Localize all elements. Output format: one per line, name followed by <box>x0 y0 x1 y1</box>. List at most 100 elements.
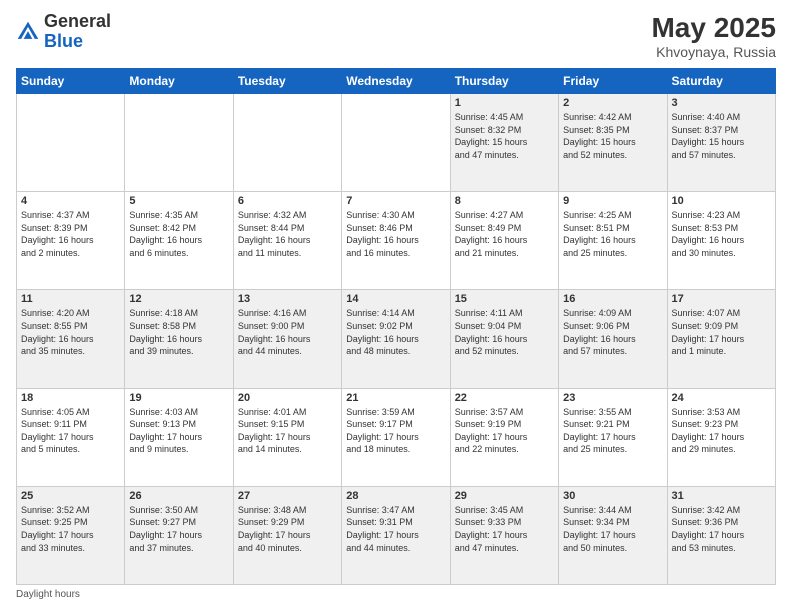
table-row: 5 Sunrise: 4:35 AM Sunset: 8:42 PM Daylig… <box>125 192 233 290</box>
table-row <box>17 94 125 192</box>
day-info: Sunrise: 4:37 AM Sunset: 8:39 PM Dayligh… <box>21 209 120 259</box>
day-number: 31 <box>672 490 771 502</box>
day-info: Sunrise: 4:42 AM Sunset: 8:35 PM Dayligh… <box>563 111 662 161</box>
day-number: 7 <box>346 195 445 207</box>
col-friday: Friday <box>559 69 667 94</box>
day-number: 23 <box>563 392 662 404</box>
day-number: 25 <box>21 490 120 502</box>
col-saturday: Saturday <box>667 69 775 94</box>
calendar-week-row: 11 Sunrise: 4:20 AM Sunset: 8:55 PM Dayli… <box>17 290 776 388</box>
day-info: Sunrise: 4:20 AM Sunset: 8:55 PM Dayligh… <box>21 307 120 357</box>
day-info: Sunrise: 4:05 AM Sunset: 9:11 PM Dayligh… <box>21 406 120 456</box>
table-row: 29 Sunrise: 3:45 AM Sunset: 9:33 PM Dayli… <box>450 486 558 584</box>
table-row: 23 Sunrise: 3:55 AM Sunset: 9:21 PM Dayli… <box>559 388 667 486</box>
day-number: 10 <box>672 195 771 207</box>
day-info: Sunrise: 3:59 AM Sunset: 9:17 PM Dayligh… <box>346 406 445 456</box>
col-sunday: Sunday <box>17 69 125 94</box>
day-info: Sunrise: 3:44 AM Sunset: 9:34 PM Dayligh… <box>563 504 662 554</box>
day-number: 11 <box>21 293 120 305</box>
table-row: 31Sunrise: 3:42 AM Sunset: 9:36 PM Dayli… <box>667 486 775 584</box>
calendar-table: Sunday Monday Tuesday Wednesday Thursday… <box>16 68 776 585</box>
table-row: 11 Sunrise: 4:20 AM Sunset: 8:55 PM Dayli… <box>17 290 125 388</box>
table-row: 16 Sunrise: 4:09 AM Sunset: 9:06 PM Dayli… <box>559 290 667 388</box>
day-number: 29 <box>455 490 554 502</box>
table-row: 2 Sunrise: 4:42 AM Sunset: 8:35 PM Daylig… <box>559 94 667 192</box>
title-block: May 2025 Khvoynaya, Russia <box>651 12 776 60</box>
table-row: 19 Sunrise: 4:03 AM Sunset: 9:13 PM Dayli… <box>125 388 233 486</box>
logo-blue-text: Blue <box>44 31 83 51</box>
day-info: Sunrise: 4:09 AM Sunset: 9:06 PM Dayligh… <box>563 307 662 357</box>
calendar-week-row: 1 Sunrise: 4:45 AM Sunset: 8:32 PM Daylig… <box>17 94 776 192</box>
day-number: 6 <box>238 195 337 207</box>
day-info: Sunrise: 4:30 AM Sunset: 8:46 PM Dayligh… <box>346 209 445 259</box>
day-number: 28 <box>346 490 445 502</box>
day-number: 2 <box>563 97 662 109</box>
day-number: 21 <box>346 392 445 404</box>
day-number: 12 <box>129 293 228 305</box>
day-number: 15 <box>455 293 554 305</box>
col-tuesday: Tuesday <box>233 69 341 94</box>
table-row: 1 Sunrise: 4:45 AM Sunset: 8:32 PM Daylig… <box>450 94 558 192</box>
day-info: Sunrise: 3:50 AM Sunset: 9:27 PM Dayligh… <box>129 504 228 554</box>
day-number: 17 <box>672 293 771 305</box>
table-row: 10 Sunrise: 4:23 AM Sunset: 8:53 PM Dayli… <box>667 192 775 290</box>
day-info: Sunrise: 4:27 AM Sunset: 8:49 PM Dayligh… <box>455 209 554 259</box>
table-row <box>233 94 341 192</box>
col-wednesday: Wednesday <box>342 69 450 94</box>
day-info: Sunrise: 4:16 AM Sunset: 9:00 PM Dayligh… <box>238 307 337 357</box>
day-number: 1 <box>455 97 554 109</box>
day-number: 13 <box>238 293 337 305</box>
table-row: 9 Sunrise: 4:25 AM Sunset: 8:51 PM Daylig… <box>559 192 667 290</box>
logo-general-text: General <box>44 11 111 31</box>
table-row: 12 Sunrise: 4:18 AM Sunset: 8:58 PM Dayli… <box>125 290 233 388</box>
day-info: Sunrise: 4:35 AM Sunset: 8:42 PM Dayligh… <box>129 209 228 259</box>
day-number: 27 <box>238 490 337 502</box>
day-info: Sunrise: 4:07 AM Sunset: 9:09 PM Dayligh… <box>672 307 771 357</box>
day-info: Sunrise: 4:45 AM Sunset: 8:32 PM Dayligh… <box>455 111 554 161</box>
table-row: 15 Sunrise: 4:11 AM Sunset: 9:04 PM Dayli… <box>450 290 558 388</box>
col-thursday: Thursday <box>450 69 558 94</box>
table-row: 27Sunrise: 3:48 AM Sunset: 9:29 PM Dayli… <box>233 486 341 584</box>
day-number: 5 <box>129 195 228 207</box>
table-row: 30 Sunrise: 3:44 AM Sunset: 9:34 PM Dayli… <box>559 486 667 584</box>
calendar-header-row: Sunday Monday Tuesday Wednesday Thursday… <box>17 69 776 94</box>
day-number: 8 <box>455 195 554 207</box>
day-info: Sunrise: 4:18 AM Sunset: 8:58 PM Dayligh… <box>129 307 228 357</box>
table-row: 25Sunrise: 3:52 AM Sunset: 9:25 PM Dayli… <box>17 486 125 584</box>
day-info: Sunrise: 4:01 AM Sunset: 9:15 PM Dayligh… <box>238 406 337 456</box>
table-row: 6 Sunrise: 4:32 AM Sunset: 8:44 PM Daylig… <box>233 192 341 290</box>
table-row: 26Sunrise: 3:50 AM Sunset: 9:27 PM Dayli… <box>125 486 233 584</box>
day-number: 20 <box>238 392 337 404</box>
header: General Blue May 2025 Khvoynaya, Russia <box>16 12 776 60</box>
day-number: 3 <box>672 97 771 109</box>
table-row: 18Sunrise: 4:05 AM Sunset: 9:11 PM Dayli… <box>17 388 125 486</box>
table-row: 22Sunrise: 3:57 AM Sunset: 9:19 PM Dayli… <box>450 388 558 486</box>
table-row <box>342 94 450 192</box>
logo: General Blue <box>16 12 111 52</box>
col-monday: Monday <box>125 69 233 94</box>
day-number: 19 <box>129 392 228 404</box>
table-row <box>125 94 233 192</box>
day-info: Sunrise: 3:45 AM Sunset: 9:33 PM Dayligh… <box>455 504 554 554</box>
calendar-week-row: 4Sunrise: 4:37 AM Sunset: 8:39 PM Daylig… <box>17 192 776 290</box>
day-info: Sunrise: 4:11 AM Sunset: 9:04 PM Dayligh… <box>455 307 554 357</box>
calendar-week-row: 18Sunrise: 4:05 AM Sunset: 9:11 PM Dayli… <box>17 388 776 486</box>
table-row: 13 Sunrise: 4:16 AM Sunset: 9:00 PM Dayli… <box>233 290 341 388</box>
day-number: 16 <box>563 293 662 305</box>
day-info: Sunrise: 4:25 AM Sunset: 8:51 PM Dayligh… <box>563 209 662 259</box>
day-info: Sunrise: 3:47 AM Sunset: 9:31 PM Dayligh… <box>346 504 445 554</box>
day-number: 9 <box>563 195 662 207</box>
day-info: Sunrise: 3:55 AM Sunset: 9:21 PM Dayligh… <box>563 406 662 456</box>
table-row: 8 Sunrise: 4:27 AM Sunset: 8:49 PM Daylig… <box>450 192 558 290</box>
day-number: 30 <box>563 490 662 502</box>
day-info: Sunrise: 3:53 AM Sunset: 9:23 PM Dayligh… <box>672 406 771 456</box>
day-number: 24 <box>672 392 771 404</box>
page: General Blue May 2025 Khvoynaya, Russia … <box>0 0 792 612</box>
footer-note-text: Daylight hours <box>16 589 80 600</box>
table-row: 17 Sunrise: 4:07 AM Sunset: 9:09 PM Dayli… <box>667 290 775 388</box>
day-info: Sunrise: 4:03 AM Sunset: 9:13 PM Dayligh… <box>129 406 228 456</box>
day-info: Sunrise: 4:23 AM Sunset: 8:53 PM Dayligh… <box>672 209 771 259</box>
table-row: 24 Sunrise: 3:53 AM Sunset: 9:23 PM Dayli… <box>667 388 775 486</box>
calendar-week-row: 25Sunrise: 3:52 AM Sunset: 9:25 PM Dayli… <box>17 486 776 584</box>
day-info: Sunrise: 4:32 AM Sunset: 8:44 PM Dayligh… <box>238 209 337 259</box>
